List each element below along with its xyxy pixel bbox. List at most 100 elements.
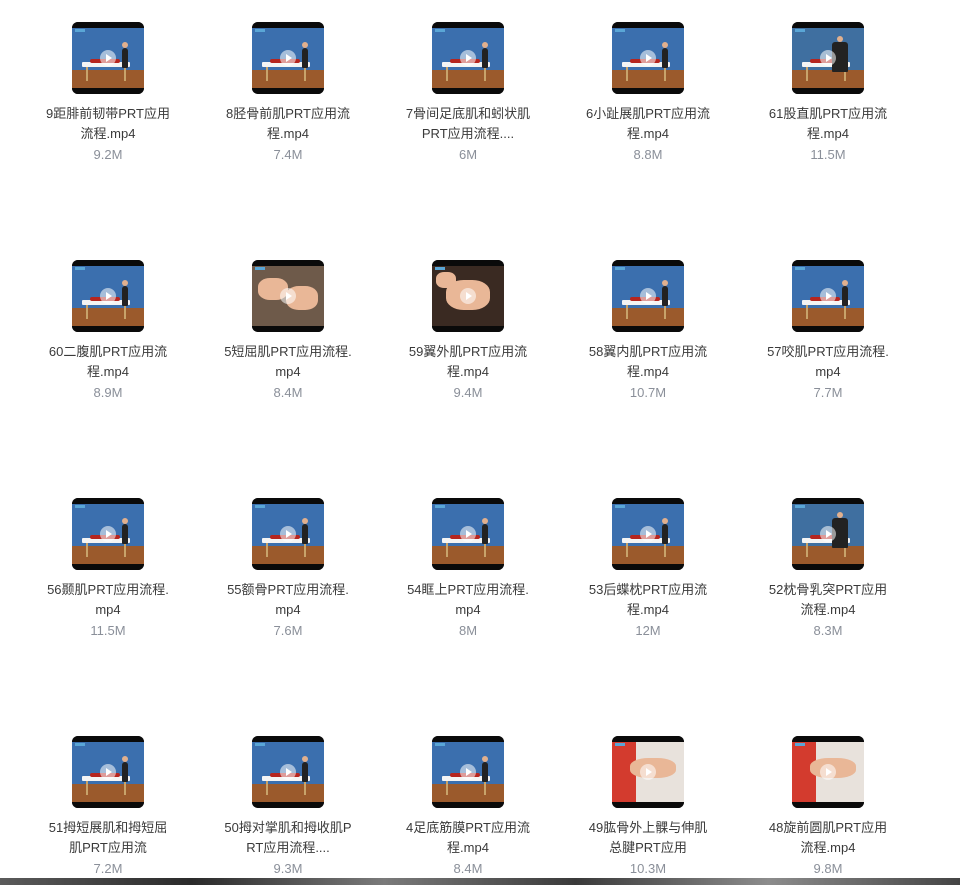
thumb-table-leg: [86, 543, 88, 557]
thumb-therapist-head: [662, 280, 668, 286]
thumb-therapist: [662, 286, 668, 306]
video-thumbnail[interactable]: [432, 498, 504, 570]
thumb-therapist: [662, 48, 668, 68]
thumb-letterbox-top: [72, 736, 144, 742]
thumb-therapist: [302, 524, 308, 544]
thumb-logo: [615, 743, 625, 746]
file-size: 9.2M: [93, 147, 123, 162]
play-icon: [100, 50, 116, 66]
video-thumbnail[interactable]: [72, 260, 144, 332]
file-item[interactable]: 48旋前圆肌PRT应用流程.mp4 9.8M: [763, 736, 893, 879]
thumb-table-leg: [124, 305, 126, 319]
file-item[interactable]: 7骨间足底肌和蚓状肌PRT应用流程.... 6M: [403, 22, 533, 165]
file-name: 52枕骨乳突PRT应用流程.mp4: [768, 582, 888, 617]
thumb-therapist-head: [837, 36, 843, 42]
thumb-letterbox-bottom: [72, 326, 144, 332]
thumb-logo: [435, 505, 445, 508]
thumb-therapist-head: [837, 512, 843, 518]
video-thumbnail[interactable]: [72, 736, 144, 808]
thumb-table-leg: [86, 67, 88, 81]
thumb-table-leg: [806, 543, 808, 557]
video-thumbnail[interactable]: [252, 22, 324, 94]
file-name: 51拇短展肌和拇短屈肌PRT应用流: [48, 820, 168, 855]
thumb-table-leg: [806, 67, 808, 81]
file-item[interactable]: 53后蝶枕PRT应用流程.mp4 12M: [583, 498, 713, 641]
thumb-logo: [615, 29, 625, 32]
video-thumbnail[interactable]: [792, 22, 864, 94]
thumb-table-leg: [484, 543, 486, 557]
thumb-floor: [612, 546, 684, 564]
thumb-letterbox-top: [792, 498, 864, 504]
video-thumbnail[interactable]: [792, 736, 864, 808]
video-thumbnail[interactable]: [72, 498, 144, 570]
thumb-letterbox-top: [612, 22, 684, 28]
play-icon: [460, 288, 476, 304]
thumb-letterbox-bottom: [252, 88, 324, 94]
file-size: 11.5M: [810, 147, 846, 162]
thumb-table-leg: [304, 543, 306, 557]
file-size: 8.4M: [453, 861, 483, 876]
file-name: 59翼外肌PRT应用流程.mp4: [408, 344, 528, 379]
file-item[interactable]: 5短屈肌PRT应用流程.mp4 8.4M: [223, 260, 353, 403]
thumb-table-leg: [266, 781, 268, 795]
thumb-letterbox-bottom: [432, 88, 504, 94]
video-thumbnail[interactable]: [612, 260, 684, 332]
play-icon: [820, 50, 836, 66]
video-thumbnail[interactable]: [252, 498, 324, 570]
thumb-table-leg: [446, 781, 448, 795]
play-icon: [820, 764, 836, 780]
thumb-letterbox-bottom: [252, 564, 324, 570]
file-item[interactable]: 52枕骨乳突PRT应用流程.mp4 8.3M: [763, 498, 893, 641]
file-name: 48旋前圆肌PRT应用流程.mp4: [768, 820, 888, 855]
file-item[interactable]: 60二腹肌PRT应用流程.mp4 8.9M: [43, 260, 173, 403]
file-item[interactable]: 9距腓前韧带PRT应用流程.mp4 9.2M: [43, 22, 173, 165]
file-item[interactable]: 59翼外肌PRT应用流程.mp4 9.4M: [403, 260, 533, 403]
thumb-table-leg: [626, 543, 628, 557]
file-item[interactable]: 49肱骨外上髁与伸肌总腱PRT应用 10.3M: [583, 736, 713, 879]
thumb-therapist-head: [302, 42, 308, 48]
file-item[interactable]: 8胫骨前肌PRT应用流程.mp4 7.4M: [223, 22, 353, 165]
file-item[interactable]: 55额骨PRT应用流程.mp4 7.6M: [223, 498, 353, 641]
thumb-table-leg: [664, 543, 666, 557]
play-icon: [280, 288, 296, 304]
video-thumbnail[interactable]: [432, 736, 504, 808]
file-item[interactable]: 50拇对掌肌和拇收肌PRT应用流程.... 9.3M: [223, 736, 353, 879]
video-thumbnail[interactable]: [612, 22, 684, 94]
file-size: 8M: [458, 623, 478, 638]
thumb-therapist-head: [482, 518, 488, 524]
file-item[interactable]: 4足底筋膜PRT应用流程.mp4 8.4M: [403, 736, 533, 879]
file-size: 10.7M: [629, 385, 667, 400]
file-grid: 9距腓前韧带PRT应用流程.mp4 9.2M 8胫骨前肌PRT应用流程.mp4 7.4…: [0, 0, 960, 885]
file-item[interactable]: 56颞肌PRT应用流程.mp4 11.5M: [43, 498, 173, 641]
video-thumbnail[interactable]: [432, 260, 504, 332]
file-item[interactable]: 51拇短展肌和拇短屈肌PRT应用流 7.2M: [43, 736, 173, 879]
thumb-letterbox-bottom: [612, 88, 684, 94]
video-thumbnail[interactable]: [792, 260, 864, 332]
thumb-table-leg: [304, 781, 306, 795]
thumb-letterbox-top: [72, 22, 144, 28]
play-icon: [100, 288, 116, 304]
thumb-floor: [612, 70, 684, 88]
video-thumbnail[interactable]: [432, 22, 504, 94]
file-item[interactable]: 61股直肌PRT应用流程.mp4 11.5M: [763, 22, 893, 165]
thumb-letterbox-bottom: [432, 326, 504, 332]
file-item[interactable]: 57咬肌PRT应用流程.mp4 7.7M: [763, 260, 893, 403]
video-thumbnail[interactable]: [72, 22, 144, 94]
file-size: 9.4M: [453, 385, 483, 400]
thumb-floor: [72, 784, 144, 802]
thumb-table-leg: [266, 67, 268, 81]
video-thumbnail[interactable]: [252, 736, 324, 808]
file-item[interactable]: 54眶上PRT应用流程.mp4 8M: [403, 498, 533, 641]
video-thumbnail[interactable]: [612, 736, 684, 808]
thumb-table-leg: [266, 543, 268, 557]
thumb-therapist: [482, 524, 488, 544]
file-item[interactable]: 58翼内肌PRT应用流程.mp4 10.7M: [583, 260, 713, 403]
file-size: 11.5M: [90, 623, 126, 638]
thumb-table-leg: [484, 781, 486, 795]
video-thumbnail[interactable]: [612, 498, 684, 570]
thumb-logo: [795, 505, 805, 508]
video-thumbnail[interactable]: [792, 498, 864, 570]
thumb-letterbox-bottom: [252, 802, 324, 808]
file-item[interactable]: 6小趾展肌PRT应用流程.mp4 8.8M: [583, 22, 713, 165]
video-thumbnail[interactable]: [252, 260, 324, 332]
